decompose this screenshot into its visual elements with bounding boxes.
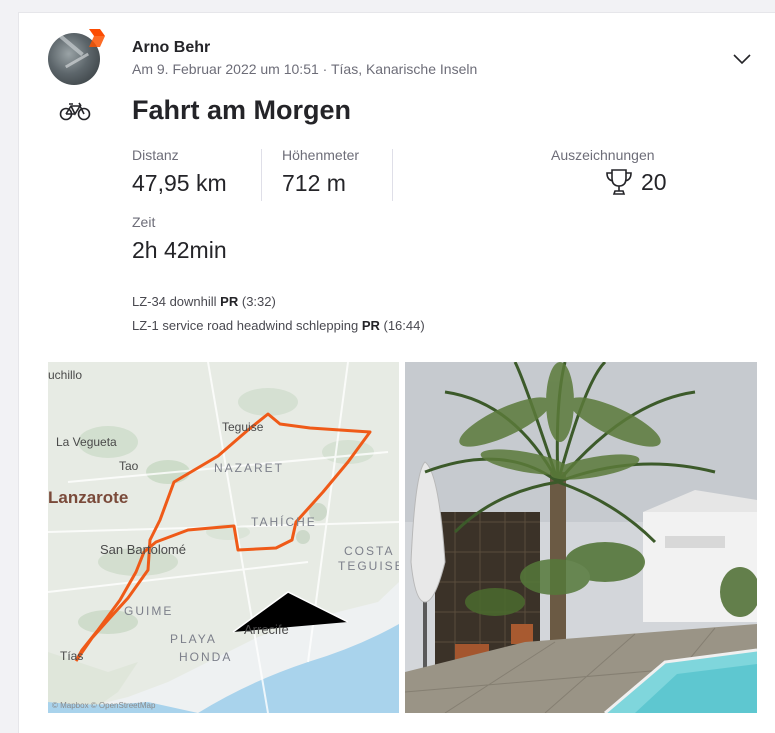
bike-icon: [59, 102, 91, 121]
athlete-name[interactable]: Arno Behr: [132, 39, 210, 57]
segment-time: (16:44): [383, 318, 425, 333]
activity-photo[interactable]: [405, 362, 757, 713]
map-label: TAHÍCHE: [251, 515, 317, 529]
map-label: Arrecife: [244, 622, 289, 637]
photo-image: [405, 362, 757, 713]
stat-distance: Distanz 47,95 km: [132, 147, 227, 197]
map-label: Teguise: [222, 420, 264, 434]
stat-elevation: Höhenmeter 712 m: [282, 147, 359, 197]
premium-badge-icon: [89, 29, 105, 47]
stat-label: Zeit: [132, 214, 156, 230]
map-label: uchillo: [48, 368, 83, 382]
activity-card: Arno Behr Am 9. Februar 2022 um 10:51 · …: [18, 12, 775, 733]
activity-meta: Am 9. Februar 2022 um 10:51 · Tías, Kana…: [132, 61, 478, 77]
stat-label: Höhenmeter: [282, 147, 360, 163]
stat-value: 2h 42min: [132, 237, 227, 263]
map-label: GUIME: [124, 604, 174, 618]
map-label: La Vegueta: [56, 435, 117, 449]
map-label: Tías: [60, 649, 84, 663]
segment-name: LZ-1 service road headwind schlepping: [132, 318, 359, 333]
segment-achievement[interactable]: LZ-34 downhill PR (3:32): [132, 294, 276, 309]
segment-achievement[interactable]: LZ-1 service road headwind schlepping PR…: [132, 318, 425, 333]
map-attribution[interactable]: © Mapbox © OpenStreetMap: [52, 701, 155, 710]
pr-badge: PR: [361, 318, 380, 333]
stat-divider: [261, 149, 262, 201]
segment-name: LZ-34 downhill: [132, 294, 217, 309]
map-label: HONDA: [179, 650, 233, 664]
map-label: San Bartolomé: [100, 542, 186, 557]
stat-value: 712 m: [282, 170, 346, 196]
route-map[interactable]: uchillo La Vegueta Tao Lanzarote Teguise…: [48, 362, 399, 713]
awards-count[interactable]: 20: [641, 169, 667, 196]
stat-time: Zeit 2h 42min: [132, 214, 227, 264]
chevron-down-icon[interactable]: [733, 53, 751, 65]
trophy-icon[interactable]: [604, 167, 634, 197]
stat-label: Distanz: [132, 147, 179, 163]
map-label: NAZARET: [214, 461, 285, 475]
awards-label: Auszeichnungen: [551, 147, 655, 163]
segment-time: (3:32): [241, 294, 276, 309]
activity-title[interactable]: Fahrt am Morgen: [132, 95, 351, 126]
stat-value: 47,95 km: [132, 170, 227, 196]
map-label: COSTA: [344, 544, 395, 558]
map-label: Lanzarote: [48, 488, 129, 507]
pr-badge: PR: [220, 294, 239, 309]
stat-divider: [392, 149, 393, 201]
map-label: TEGUISE: [338, 559, 399, 573]
map-label: Tao: [119, 459, 139, 473]
map-label: PLAYA: [170, 632, 217, 646]
